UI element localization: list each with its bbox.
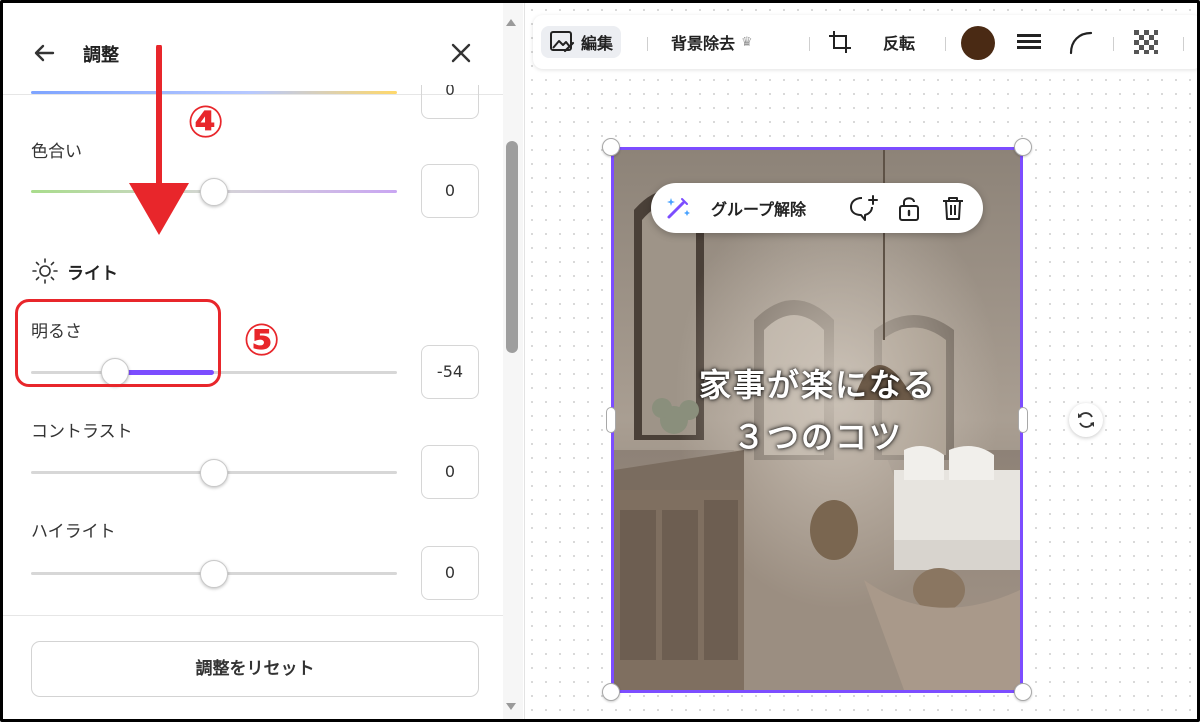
edit-button[interactable]: 編集 [541, 26, 622, 58]
transparency-button[interactable] [1131, 26, 1161, 58]
back-arrow-icon[interactable] [29, 39, 59, 67]
magic-wand-icon [667, 198, 690, 219]
panel-scrollbar[interactable] [503, 3, 523, 719]
ungroup-button[interactable]: グループ解除 [711, 192, 806, 224]
crown-icon: ♛ [741, 34, 753, 50]
ungroup-label: グループ解除 [711, 200, 807, 219]
panel-header: 調整 [3, 3, 503, 95]
annotation-down-arrow [129, 45, 189, 235]
resize-handle-top-left[interactable] [602, 138, 620, 156]
delete-button[interactable] [939, 192, 967, 224]
annotation-highlight-box [15, 299, 221, 387]
contrast-value-field[interactable]: 0 [421, 445, 479, 499]
border-lines-icon [1017, 34, 1041, 49]
reset-adjustments-button[interactable]: 調整をリセット [31, 641, 479, 697]
magic-edit-button[interactable] [663, 192, 693, 224]
annotation-step-5: ⑤ [243, 315, 281, 366]
rotate-button[interactable] [1069, 403, 1103, 437]
annotation-step-4: ④ [187, 97, 225, 148]
tint-value-field[interactable]: 0 [421, 164, 479, 218]
highlight-slider-knob[interactable] [200, 560, 228, 588]
toolbar-divider [647, 37, 648, 51]
highlight-value-field[interactable]: 0 [421, 546, 479, 600]
scrolled-value-field[interactable]: 0 [421, 85, 479, 119]
scroll-up-arrow-icon[interactable] [506, 19, 516, 26]
flip-label: 反転 [883, 34, 916, 53]
border-style-button[interactable] [1015, 26, 1043, 58]
toolbar-divider [1113, 37, 1114, 51]
highlight-label: ハイライト [31, 522, 116, 542]
edit-label: 編集 [581, 34, 614, 53]
contrast-label: コントラスト [31, 422, 133, 442]
floating-toolbar: グループ解除 [651, 183, 983, 233]
crop-button[interactable] [827, 26, 853, 58]
transparency-checker-icon [1134, 30, 1158, 54]
scrolled-slider-track [31, 91, 397, 94]
lock-icon [899, 197, 919, 221]
corner-radius-icon [1069, 31, 1093, 55]
toolbar-divider [1183, 37, 1184, 51]
tint-label: 色合い [31, 142, 82, 162]
tint-slider-knob[interactable] [200, 178, 228, 206]
panel-title: 調整 [83, 45, 119, 66]
sun-icon [32, 258, 58, 284]
edit-image-icon [550, 31, 575, 53]
scroll-down-arrow-icon[interactable] [506, 703, 516, 710]
bg-remove-label: 背景除去 [671, 34, 736, 53]
toolbar-divider [945, 37, 946, 51]
color-swatch[interactable] [961, 26, 995, 60]
bg-remove-button[interactable]: 背景除去 ♛ [671, 26, 753, 58]
toolbar-divider [809, 37, 810, 51]
light-section-label: ライト [67, 263, 118, 284]
brightness-value-field[interactable]: -54 [421, 345, 479, 399]
rotate-icon [1078, 412, 1094, 428]
crop-icon [829, 31, 851, 53]
footer-divider [3, 615, 503, 616]
lock-button[interactable] [895, 192, 923, 224]
close-icon[interactable] [447, 39, 475, 67]
trash-icon [943, 197, 963, 220]
flip-button[interactable]: 反転 [883, 26, 915, 58]
add-comment-button[interactable] [847, 192, 879, 224]
light-section-header: ライト [31, 256, 118, 286]
photo-title-line2: ３つのコツ [732, 418, 903, 456]
corner-rounding-button[interactable] [1067, 26, 1095, 58]
resize-handle-bottom-right[interactable] [1014, 683, 1032, 701]
comment-add-icon [850, 195, 878, 221]
photo-title-text[interactable]: 家事が楽になる ３つのコツ [613, 359, 1023, 463]
window-frame: 調整 0 色合い 0 ライト 明るさ -54 コントラスト 0 ハイライト 0 … [0, 0, 1200, 722]
resize-handle-bottom-left[interactable] [602, 683, 620, 701]
contrast-slider-knob[interactable] [200, 459, 228, 487]
context-toolbar: 編集 背景除去 ♛ 反転 [533, 15, 1197, 69]
photo-title-line1: 家事が楽になる [698, 366, 937, 404]
resize-handle-top-right[interactable] [1014, 138, 1032, 156]
adjust-panel: 調整 0 色合い 0 ライト 明るさ -54 コントラスト 0 ハイライト 0 … [3, 3, 525, 719]
scrollbar-thumb[interactable] [506, 141, 518, 353]
